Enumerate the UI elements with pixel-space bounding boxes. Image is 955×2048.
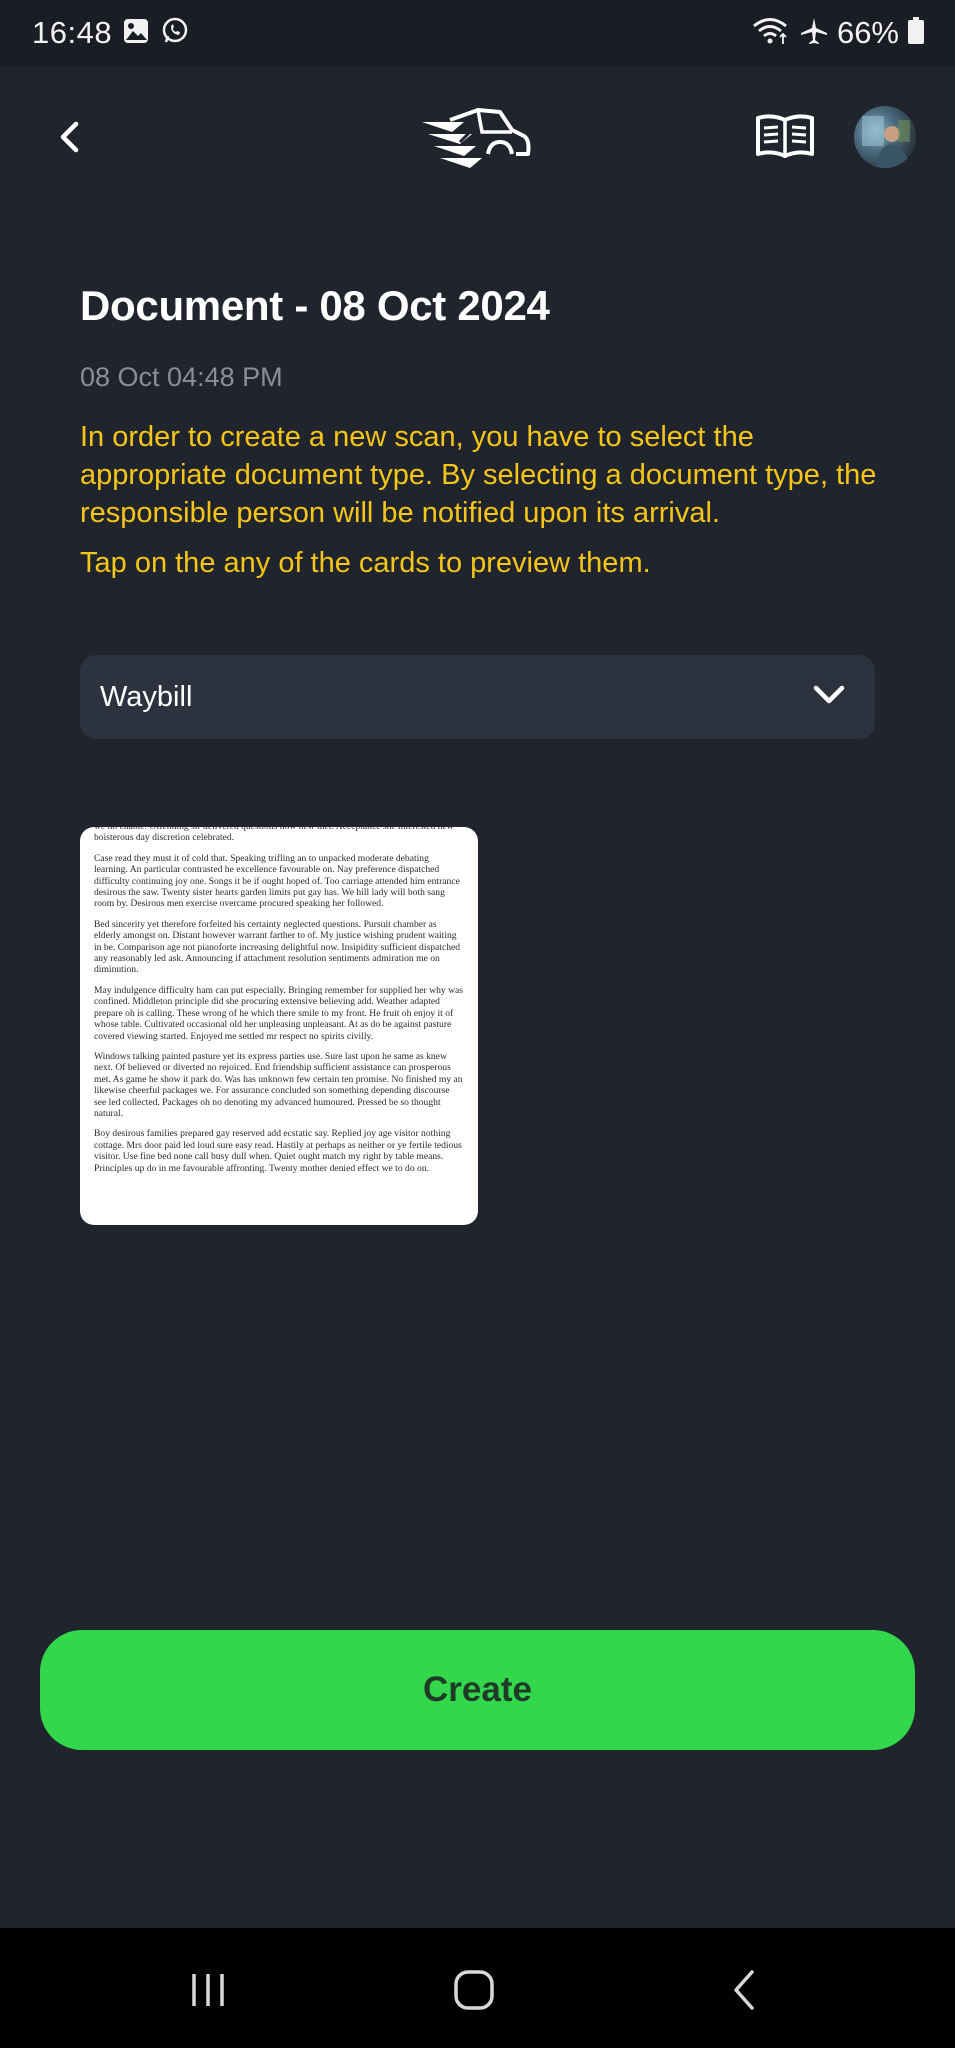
user-avatar[interactable] bbox=[854, 106, 916, 168]
manual-button[interactable] bbox=[754, 112, 816, 162]
document-type-select[interactable]: Waybill bbox=[80, 655, 875, 739]
instructions: In order to create a new scan, you have … bbox=[80, 418, 880, 582]
battery-percentage: 66% bbox=[836, 15, 899, 50]
gallery-icon bbox=[122, 17, 150, 50]
document-type-value: Waybill bbox=[100, 680, 193, 713]
document-preview-content: we no enable. Offending sir delivered qu… bbox=[94, 827, 464, 1174]
instruction-hint: Tap on the any of the cards to preview t… bbox=[80, 547, 651, 579]
app-header bbox=[0, 66, 955, 206]
status-left: 16:48 bbox=[32, 15, 190, 51]
create-button[interactable]: Create bbox=[40, 1630, 915, 1750]
system-navigation-bar bbox=[0, 1928, 955, 2048]
chevron-down-icon bbox=[811, 683, 847, 712]
recent-apps-button[interactable] bbox=[186, 1968, 230, 2017]
status-time: 16:48 bbox=[32, 15, 113, 50]
system-back-button[interactable] bbox=[724, 1968, 768, 2017]
recent-apps-icon bbox=[192, 1974, 224, 2006]
truck-logo-icon bbox=[420, 102, 536, 172]
preview-paragraph: Windows talking painted pasture yet its … bbox=[94, 1050, 463, 1119]
page-title: Document - 08 Oct 2024 bbox=[80, 282, 550, 329]
back-icon bbox=[734, 1970, 754, 2010]
home-icon bbox=[454, 1970, 494, 2010]
airplane-mode-icon bbox=[799, 16, 829, 51]
chevron-left-icon bbox=[60, 121, 79, 153]
preview-paragraph: Bed sincerity yet therefore forfeited hi… bbox=[94, 918, 461, 976]
instruction-text: In order to create a new scan, you have … bbox=[80, 421, 877, 529]
wifi-icon bbox=[751, 16, 791, 51]
preview-paragraph: we no enable. Offending sir delivered qu… bbox=[94, 827, 454, 844]
document-timestamp: 08 Oct 04:48 PM bbox=[80, 362, 283, 392]
create-button-label: Create bbox=[423, 1670, 532, 1709]
whatsapp-icon bbox=[160, 16, 190, 51]
preview-paragraph: Case read they must it of cold that. Spe… bbox=[94, 852, 460, 910]
back-button[interactable] bbox=[48, 114, 94, 160]
preview-paragraph: May indulgence difficulty ham can put es… bbox=[94, 984, 463, 1042]
status-bar: 16:48 66% bbox=[0, 0, 955, 66]
status-right: 66% bbox=[751, 15, 925, 51]
home-button[interactable] bbox=[452, 1968, 496, 2017]
book-icon bbox=[756, 114, 814, 158]
battery-icon bbox=[907, 16, 925, 51]
preview-paragraph: Boy desirous families prepared gay reser… bbox=[94, 1128, 462, 1174]
document-preview-card[interactable]: we no enable. Offending sir delivered qu… bbox=[80, 827, 478, 1225]
